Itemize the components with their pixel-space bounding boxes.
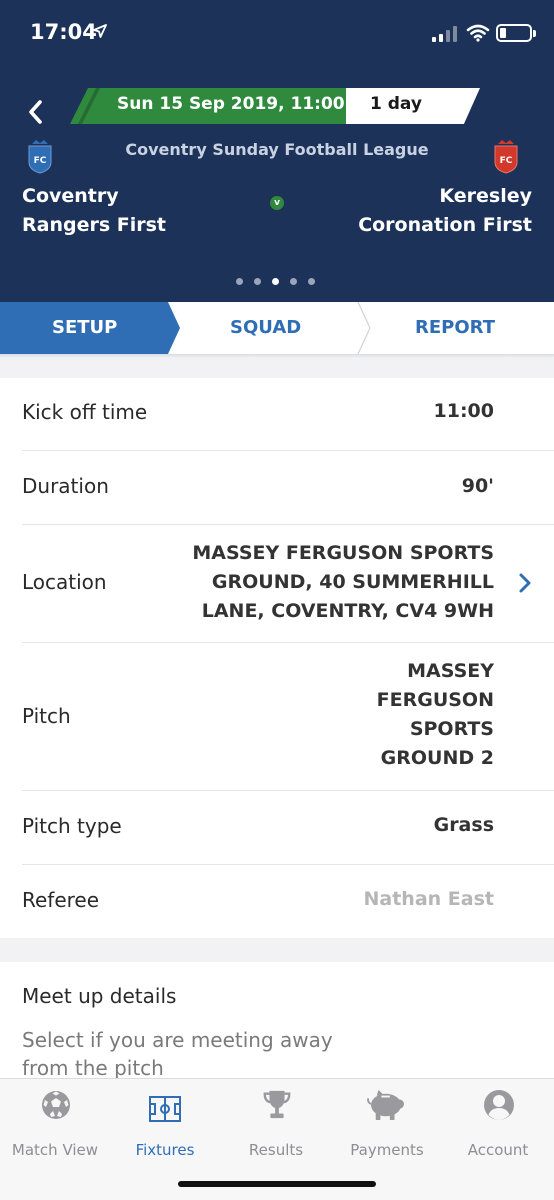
kick-off-row[interactable]: Kick off time 11:00: [22, 378, 532, 450]
duration-value: 90': [461, 475, 494, 497]
away-team-crest-icon: FC: [494, 140, 518, 174]
status-bar: 17:04: [0, 0, 554, 66]
countdown-badge: 1 day: [370, 94, 422, 114]
fixture-tabs: SETUP SQUAD REPORT: [0, 302, 554, 354]
tab-squad[interactable]: SQUAD: [230, 317, 301, 338]
back-chevron-icon[interactable]: [22, 96, 52, 128]
page-dot[interactable]: [308, 278, 315, 285]
duration-row[interactable]: Duration 90': [22, 450, 532, 524]
wifi-icon: [466, 24, 490, 42]
tab-report[interactable]: REPORT: [415, 317, 495, 338]
tab-separator-icon: [357, 302, 371, 354]
nav-fixtures[interactable]: Fixtures: [110, 1089, 220, 1165]
pitch-label: Pitch: [22, 704, 71, 728]
location-label: Location: [22, 570, 107, 594]
nav-label: Account: [467, 1141, 529, 1159]
pitch-type-value: Grass: [433, 814, 494, 836]
versus-badge: v: [270, 196, 284, 210]
nav-label: Payments: [350, 1141, 424, 1159]
away-team-name: Keresley Coronation First: [358, 185, 532, 236]
match-header: 17:04 Sun 15 Sep 2019, 11:00 1 day Coven…: [0, 0, 554, 302]
nav-match-view[interactable]: Match View: [0, 1089, 110, 1165]
trophy-icon: [263, 1090, 291, 1119]
page-dot[interactable]: [254, 278, 261, 285]
home-team-name: Coventry Rangers First: [22, 185, 167, 236]
kick-off-value: 11:00: [433, 400, 494, 422]
meet-up-title: Meet up details: [22, 984, 177, 1008]
pitch-type-row[interactable]: Pitch type Grass: [22, 790, 532, 864]
location-row[interactable]: Location MASSEY FERGUSON SPORTS GROUND, …: [22, 524, 532, 642]
svg-text:FC: FC: [34, 156, 47, 166]
referee-value: Nathan East: [363, 888, 495, 910]
football-icon: [42, 1091, 70, 1119]
location-arrow-icon: [93, 24, 107, 38]
page-dot[interactable]: [236, 278, 243, 285]
nav-label: Fixtures: [135, 1141, 195, 1159]
svg-text:FC: FC: [500, 156, 513, 166]
home-team-crest-icon: FC: [28, 140, 52, 174]
referee-row[interactable]: Referee Nathan East: [22, 864, 532, 938]
fixture-date-banner: Sun 15 Sep 2019, 11:00 1 day: [70, 88, 480, 124]
pitch-value: MASSEY FERGUSON SPORTS GROUND 2: [376, 660, 494, 769]
meet-up-section[interactable]: Meet up details Select if you are meetin…: [0, 962, 554, 1082]
nav-results[interactable]: Results: [221, 1089, 331, 1165]
nav-label: Match View: [11, 1141, 99, 1159]
cellular-signal-icon: [432, 26, 457, 42]
piggy-bank-icon: [367, 1089, 404, 1121]
league-name: Coventry Sunday Football League: [125, 140, 429, 159]
page-dot-active[interactable]: [272, 278, 279, 285]
fixture-details-card: Kick off time 11:00 Duration 90' Locatio…: [0, 378, 554, 938]
meet-up-description: Select if you are meeting away from the …: [22, 1028, 333, 1080]
pitch-icon: [149, 1096, 181, 1122]
chevron-right-icon[interactable]: [518, 572, 532, 594]
user-icon: [484, 1090, 514, 1120]
location-value: MASSEY FERGUSON SPORTS GROUND, 40 SUMMER…: [192, 542, 494, 622]
kick-off-label: Kick off time: [22, 400, 148, 424]
referee-label: Referee: [22, 888, 100, 912]
page-dot[interactable]: [290, 278, 297, 285]
status-time: 17:04: [30, 20, 97, 44]
tab-setup-label[interactable]: SETUP: [52, 317, 117, 338]
home-indicator[interactable]: [178, 1181, 376, 1187]
nav-account[interactable]: Account: [443, 1089, 553, 1165]
fixture-date: Sun 15 Sep 2019, 11:00: [117, 94, 345, 114]
nav-payments[interactable]: Payments: [332, 1089, 442, 1165]
battery-icon: [496, 24, 536, 42]
pitch-type-label: Pitch type: [22, 814, 122, 838]
pitch-row[interactable]: Pitch MASSEY FERGUSON SPORTS GROUND 2: [22, 642, 532, 790]
nav-label: Results: [248, 1141, 304, 1159]
tabs-shadow: [0, 354, 554, 358]
duration-label: Duration: [22, 474, 109, 498]
